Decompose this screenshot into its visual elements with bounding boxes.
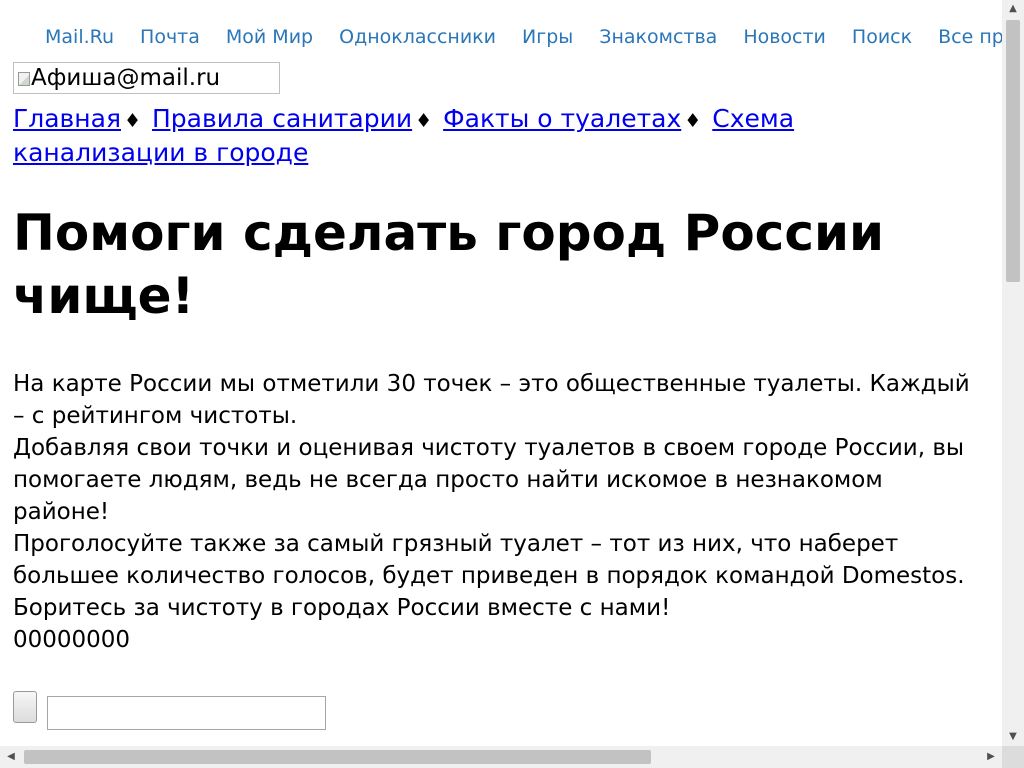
portal-link-znakomstva[interactable]: Знакомства [599, 26, 717, 48]
portal-link-moy-mir[interactable]: Мой Мир [226, 26, 313, 48]
intro-text: На карте России мы отметили 30 точек – э… [13, 368, 983, 656]
diamond-separator-icon: ♦ [415, 110, 433, 132]
portal-nav: Mail.Ru Почта Мой Мир Одноклассники Игры Знак… [45, 26, 1002, 48]
form-checkbox[interactable] [13, 691, 37, 723]
scroll-down-arrow-icon[interactable]: ▼ [1002, 728, 1024, 746]
page-title: Помоги сделать город России чище! [13, 204, 885, 325]
nav-link-toilet-facts[interactable]: Факты о туалетах [443, 104, 681, 133]
nav-link-sanitation-rules[interactable]: Правила санитарии [152, 104, 412, 133]
section-nav: Главная ♦ Правила санитарии ♦ Факты о туал… [13, 103, 843, 169]
portal-link-mailru[interactable]: Mail.Ru [45, 26, 114, 48]
portal-link-poisk[interactable]: Поиск [852, 26, 912, 48]
vertical-scrollbar[interactable]: ▲ ▼ [1002, 0, 1024, 746]
scrollbar-corner [1002, 746, 1024, 768]
diamond-separator-icon: ♦ [123, 110, 142, 132]
portal-link-novosti[interactable]: Новости [743, 26, 826, 48]
intro-paragraph-1: На карте России мы отметили 30 точек – э… [13, 371, 970, 429]
portal-link-igry[interactable]: Игры [522, 26, 573, 48]
intro-paragraph-2: Добавляя свои точки и оценивая чистоту т… [13, 435, 965, 525]
logo-alt-text: Афиша@mail.ru [31, 65, 221, 91]
afisha-logo-image[interactable]: Афиша@mail.ru [13, 62, 280, 94]
diamond-separator-icon: ♦ [684, 110, 702, 132]
portal-link-vse-proekty[interactable]: Все проекты [938, 26, 1002, 48]
broken-image-icon [18, 72, 30, 86]
scroll-up-arrow-icon[interactable]: ▲ [1002, 0, 1024, 18]
portal-link-odnoklassniki[interactable]: Одноклассники [339, 26, 496, 48]
page-viewport: Mail.Ru Почта Мой Мир Одноклассники Игры Знак… [0, 0, 1002, 746]
text-input-field[interactable] [47, 696, 326, 730]
intro-paragraph-3: Проголосуйте также за самый грязный туал… [13, 531, 965, 589]
scroll-right-arrow-icon[interactable]: ▶ [982, 746, 1000, 768]
intro-paragraph-4: Боритесь за чистоту в городах России вме… [13, 595, 671, 621]
horizontal-scrollbar[interactable]: ◀ ▶ [0, 746, 1002, 768]
portal-link-pochta[interactable]: Почта [140, 26, 200, 48]
vertical-scroll-thumb[interactable] [1006, 20, 1020, 282]
visit-counter: 00000000 [13, 627, 131, 653]
nav-link-home[interactable]: Главная [13, 104, 121, 133]
horizontal-scroll-thumb[interactable] [24, 750, 651, 764]
scroll-left-arrow-icon[interactable]: ◀ [2, 746, 20, 768]
